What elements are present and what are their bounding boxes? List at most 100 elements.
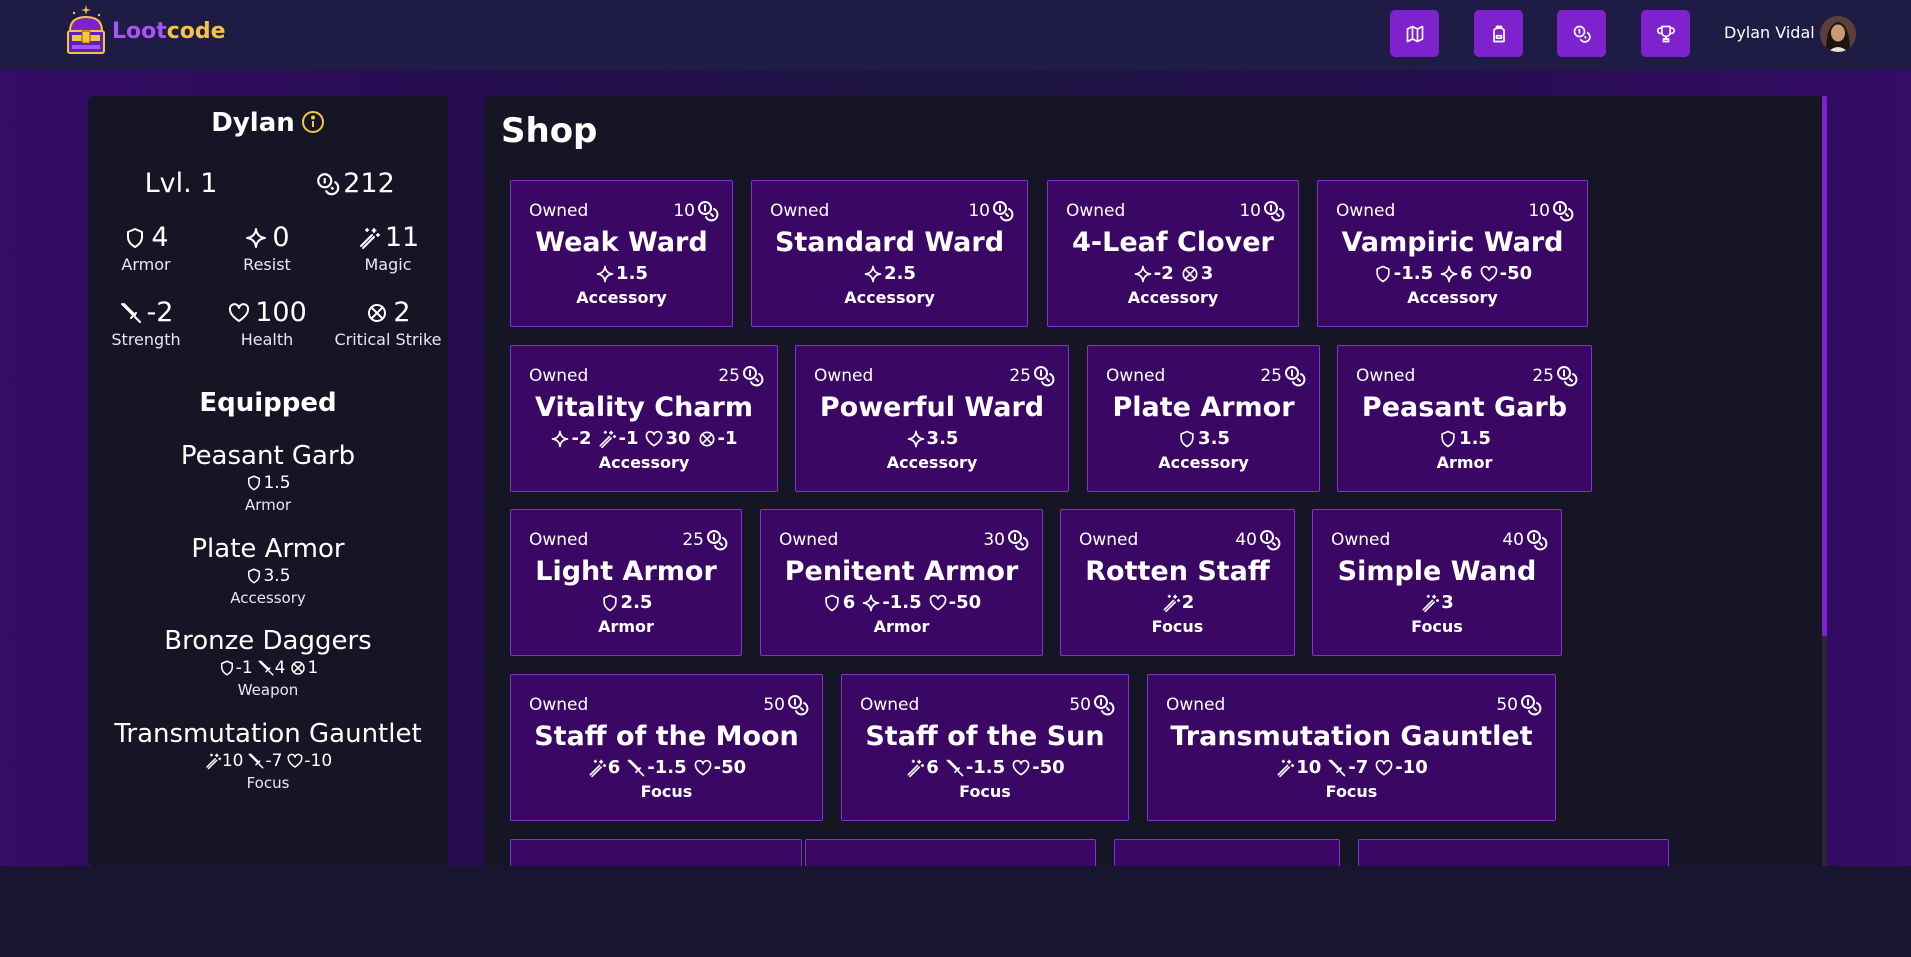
item-stat: -50 <box>693 757 746 778</box>
shop-item-card[interactable]: Owned 10 Vampiric Ward -1.5 6 -50 Accessory <box>1317 180 1588 327</box>
inventory-button[interactable] <box>1474 10 1523 57</box>
shop-button[interactable] <box>1557 10 1606 57</box>
stat-label: Health <box>240 330 294 349</box>
item-stats: 3 <box>1313 592 1561 613</box>
magic-wand-icon <box>206 753 222 770</box>
item-stat-value: 3.5 <box>263 566 291 586</box>
item-stat: 3 <box>1420 592 1454 613</box>
coins-icon <box>698 201 719 222</box>
owned-label: Owned <box>529 366 589 386</box>
sparkle-icon <box>907 430 924 447</box>
item-stat: 6 <box>587 757 621 778</box>
shop-item-card[interactable]: Owned 10 Weak Ward 1.5 Accessory <box>510 180 733 327</box>
user-name[interactable]: Dylan Vidal <box>1724 23 1815 42</box>
item-price-value: 10 <box>968 201 990 221</box>
item-type: Accessory <box>598 453 690 472</box>
brand-name[interactable]: Lootcode <box>112 19 226 44</box>
item-price: 10 <box>1239 199 1286 223</box>
item-name: Vitality Charm <box>535 392 753 423</box>
item-stat-value: -50 <box>948 592 982 613</box>
magic-wand-icon <box>599 430 617 448</box>
equipped-item-stats: 1.5 <box>88 473 448 493</box>
user-avatar[interactable] <box>1820 16 1856 52</box>
shop-scrollbar-thumb[interactable] <box>1822 96 1827 636</box>
trophy-icon <box>1656 25 1675 42</box>
item-stat-value: 1.5 <box>1459 428 1491 449</box>
leaderboard-button[interactable] <box>1641 10 1690 57</box>
item-stat: -10 <box>286 751 332 771</box>
sword-icon <box>120 302 141 323</box>
equipped-item[interactable]: Transmutation Gauntlet 10 -7 -10 Focus <box>88 719 448 792</box>
shop-item-card[interactable]: Owned 25 Peasant Garb 1.5 Armor <box>1337 345 1592 492</box>
owned-label: Owned <box>1336 201 1396 221</box>
magic-wand-icon <box>359 227 380 249</box>
item-price-value: 50 <box>763 695 785 715</box>
item-stats: 2.5 <box>511 592 741 613</box>
item-stat: -2 <box>550 428 591 449</box>
item-stat: -50 <box>928 592 982 613</box>
shop-title: Shop <box>501 111 598 151</box>
item-stat: 6 <box>905 757 939 778</box>
shop-item-card[interactable]: Owned 50 Staff of the Moon 6 -1.5 -50 Focus <box>510 674 823 821</box>
item-stats: 6 -1.5 -50 <box>511 757 822 778</box>
sparkle-icon <box>552 430 569 447</box>
shop-item-card[interactable] <box>1358 839 1669 866</box>
item-price: 25 <box>682 528 729 552</box>
stat-value-row: 100 <box>207 297 327 328</box>
shop-item-card[interactable]: Owned 40 Rotten Staff 2 Focus <box>1060 509 1295 656</box>
item-stats: -1.5 6 -50 <box>1318 263 1587 284</box>
shop-item-card[interactable]: Owned 40 Simple Wand 3 Focus <box>1312 509 1562 656</box>
item-price-value: 25 <box>1260 366 1282 386</box>
stat-health: 100 Health <box>207 297 327 349</box>
item-stat: 3 <box>1180 263 1213 284</box>
stat-value: -2 <box>146 297 174 328</box>
shop-item-card[interactable]: Owned 50 Transmutation Gauntlet 10 -7 -10 Focu… <box>1147 674 1556 821</box>
critical-strike-icon <box>1182 266 1198 281</box>
item-type: Armor <box>873 617 930 636</box>
map-button[interactable] <box>1390 10 1439 57</box>
item-stat: 10 <box>1275 757 1321 778</box>
equipped-item[interactable]: Bronze Daggers -1 4 1 Weapon <box>88 626 448 699</box>
equipped-item[interactable]: Peasant Garb 1.5 Armor <box>88 441 448 514</box>
shop-item-card[interactable] <box>805 839 1096 866</box>
item-price: 40 <box>1502 528 1549 552</box>
item-price: 25 <box>1009 364 1056 388</box>
info-icon[interactable] <box>301 110 325 134</box>
item-price-value: 40 <box>1235 530 1257 550</box>
shop-item-card[interactable]: Owned 50 Staff of the Sun 6 -1.5 -50 Focus <box>841 674 1129 821</box>
shop-item-card[interactable]: Owned 25 Vitality Charm -2 -1 30 -1 Accessory <box>510 345 778 492</box>
shop-item-card[interactable]: Owned 10 Standard Ward 2.5 Accessory <box>751 180 1028 327</box>
stat-label: Strength <box>111 330 181 349</box>
item-stat: -1 <box>697 428 738 449</box>
item-stat-value: -50 <box>1032 757 1065 778</box>
item-stat: 1.5 <box>1438 428 1491 449</box>
item-stat-value: -1.5 <box>882 592 922 613</box>
item-stat-value: -10 <box>304 751 333 771</box>
owned-label: Owned <box>529 201 589 221</box>
critical-strike-icon <box>368 303 387 322</box>
shop-item-card[interactable] <box>1114 839 1340 866</box>
shop-item-card[interactable]: Owned 25 Powerful Ward 3.5 Accessory <box>795 345 1069 492</box>
equipped-item-name: Transmutation Gauntlet <box>114 719 422 749</box>
shop-item-card[interactable] <box>510 839 802 866</box>
owned-label: Owned <box>814 366 874 386</box>
shop-item-card[interactable]: Owned 25 Light Armor 2.5 Armor <box>510 509 742 656</box>
shop-item-card[interactable]: Owned 10 4-Leaf Clover -2 3 Accessory <box>1047 180 1299 327</box>
sparkle-icon <box>596 265 614 282</box>
treasure-chest-logo[interactable] <box>62 3 110 57</box>
item-stats: 2.5 <box>752 263 1027 284</box>
item-stat-value: 6 <box>607 757 621 778</box>
shield-icon <box>825 594 839 611</box>
shop-item-card[interactable]: Owned 25 Plate Armor 3.5 Accessory <box>1087 345 1320 492</box>
item-stats: 6 -1.5 -50 <box>761 592 1042 613</box>
coins-icon <box>317 172 340 195</box>
equipped-item[interactable]: Plate Armor 3.5 Accessory <box>88 534 448 607</box>
item-stat-value: -1 <box>235 658 253 678</box>
sword-icon <box>248 753 264 769</box>
shop-item-card[interactable]: Owned 30 Penitent Armor 6 -1.5 -50 Armor <box>760 509 1043 656</box>
critical-strike-icon <box>699 431 715 446</box>
heart-icon <box>1480 265 1498 281</box>
item-type: Focus <box>1325 782 1378 801</box>
sparkle-icon <box>862 594 880 611</box>
equipped-item-stats: 10 -7 -10 <box>88 751 448 771</box>
